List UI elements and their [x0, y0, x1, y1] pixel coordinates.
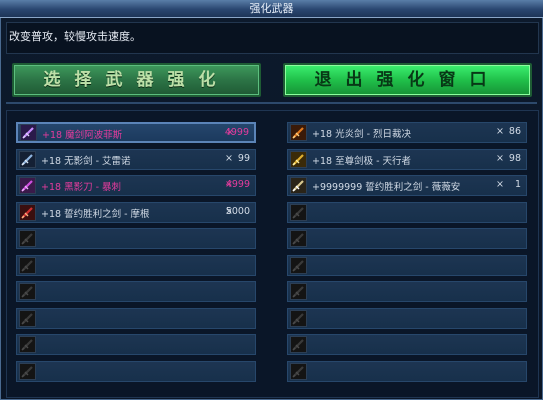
empty-sword-slot-icon	[19, 363, 36, 380]
times-symbol: ×	[225, 153, 233, 164]
empty-sword-slot-icon	[290, 230, 307, 247]
weapon-count: 99	[237, 153, 250, 164]
exit-enhance-window-button[interactable]: 退出强化窗口	[283, 63, 532, 97]
empty-sword-slot-icon	[290, 283, 307, 300]
empty-sword-slot-icon	[290, 257, 307, 274]
description-text: 改变普攻，较慢攻击速度。	[9, 30, 141, 43]
purple-spark-sword-icon	[20, 124, 37, 141]
weapon-count: 4999	[225, 179, 250, 190]
weapon-count: 4999	[224, 127, 249, 138]
weapon-name: +18 光炎剑 - 烈日裁决	[312, 129, 412, 140]
empty-sword-slot-icon	[19, 336, 36, 353]
right-weapon-slot[interactable]	[287, 361, 527, 382]
right-weapon-slot[interactable]	[287, 334, 527, 355]
weapon-count: 5000	[225, 206, 250, 217]
right-weapon-slot[interactable]: +18 光炎剑 - 烈日裁决 × 86	[287, 122, 527, 143]
empty-sword-slot-icon	[290, 310, 307, 327]
weapon-name: +18 誓约胜利之剑 - 摩根	[41, 209, 150, 220]
weapon-name: +18 黑影刀 - 暴刺	[41, 182, 122, 193]
select-weapon-enhance-button[interactable]: 选择武器强化	[12, 63, 261, 97]
empty-sword-slot-icon	[19, 283, 36, 300]
times-symbol: ×	[496, 126, 504, 137]
weapon-name: +9999999 誓约胜利之剑 - 薇薇安	[312, 182, 461, 193]
empty-sword-slot-icon	[290, 204, 307, 221]
left-weapon-slot[interactable]	[16, 361, 256, 382]
right-weapon-slot[interactable]	[287, 255, 527, 276]
left-weapon-slot[interactable]: +18 无影剑 - 艾雷诺 × 99	[16, 149, 256, 170]
left-weapon-slot[interactable]	[16, 281, 256, 302]
right-weapon-slot[interactable]	[287, 228, 527, 249]
empty-sword-slot-icon	[19, 257, 36, 274]
left-weapon-slot[interactable]	[16, 308, 256, 329]
weapon-count: 98	[508, 153, 521, 164]
empty-sword-slot-icon	[19, 310, 36, 327]
right-weapon-slot[interactable]	[287, 202, 527, 223]
left-weapon-slot[interactable]	[16, 255, 256, 276]
empty-sword-slot-icon	[290, 336, 307, 353]
holy-sword-icon	[290, 177, 307, 194]
right-weapon-slot[interactable]: +18 至尊剑极 - 天行者 × 98	[287, 149, 527, 170]
left-weapon-slot[interactable]: +18 魔剑阿波菲斯 × 4999	[16, 122, 256, 143]
right-weapon-slot[interactable]: +9999999 誓约胜利之剑 - 薇薇安 × 1	[287, 175, 527, 196]
right-weapon-slot[interactable]	[287, 308, 527, 329]
purple-blade-icon	[19, 177, 36, 194]
empty-sword-slot-icon	[19, 230, 36, 247]
red-sword-icon	[19, 204, 36, 221]
flame-sword-icon	[290, 124, 307, 141]
empty-sword-slot-icon	[290, 363, 307, 380]
weapon-name: +18 魔剑阿波菲斯	[42, 130, 123, 141]
times-symbol: ×	[496, 179, 504, 190]
times-symbol: ×	[496, 153, 504, 164]
weapon-name: +18 无影剑 - 艾雷诺	[41, 156, 131, 167]
left-weapon-slot[interactable]: +18 黑影刀 - 暴刺 × 4999	[16, 175, 256, 196]
weapon-name: +18 至尊剑极 - 天行者	[312, 156, 412, 167]
right-weapon-slot[interactable]	[287, 281, 527, 302]
weapon-count: 86	[508, 126, 521, 137]
blue-sword-icon	[19, 151, 36, 168]
gold-sword-icon	[290, 151, 307, 168]
weapon-count: 1	[514, 179, 521, 190]
left-weapon-slot[interactable]	[16, 228, 256, 249]
window-title: 强化武器	[0, 0, 543, 18]
left-weapon-slot[interactable]	[16, 334, 256, 355]
left-weapon-slot[interactable]: +18 誓约胜利之剑 - 摩根 × 5000	[16, 202, 256, 223]
divider	[6, 102, 537, 104]
